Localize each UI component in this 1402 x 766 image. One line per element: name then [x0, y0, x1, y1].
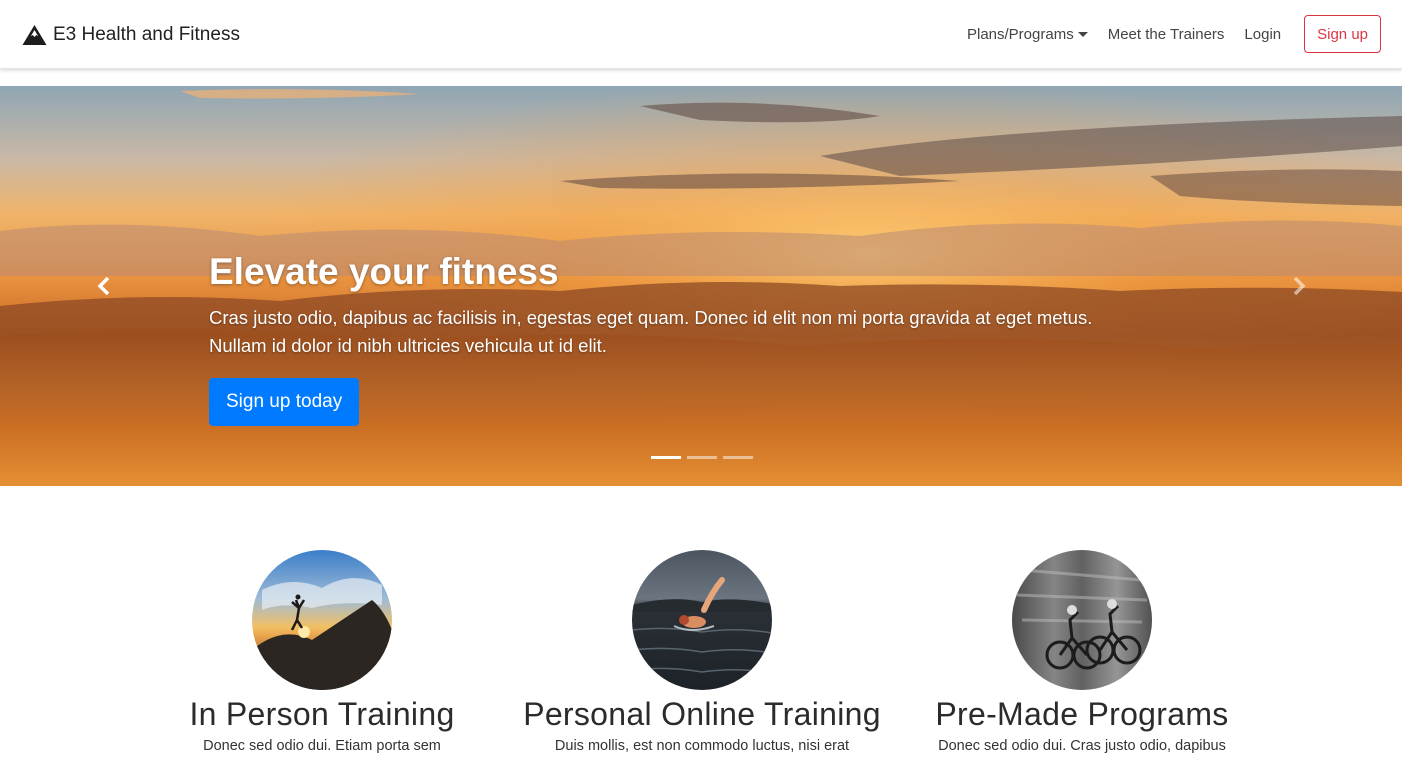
hero-title: Elevate your fitness	[209, 251, 559, 292]
hero-signup-today-button[interactable]: Sign up today	[209, 378, 360, 426]
chevron-left-icon	[97, 276, 110, 296]
hero-text-line1: Cras justo odio, dapibus ac facilisis in…	[209, 307, 1093, 328]
nav-meet-trainers[interactable]: Meet the Trainers	[1108, 26, 1225, 43]
hero-text-line2: Nullam id dolor id nibh ultricies vehicu…	[209, 335, 607, 356]
feature-image-programs	[1012, 550, 1152, 690]
carousel-prev-control[interactable]	[90, 272, 118, 300]
nav-login[interactable]: Login	[1244, 26, 1281, 43]
navbar: E3 Health and Fitness Plans/Programs Mee…	[0, 0, 1402, 69]
feature-title-2: Personal Online Training	[523, 696, 881, 732]
brand-link[interactable]: E3 Health and Fitness	[22, 22, 240, 48]
carousel-next-control[interactable]	[1285, 272, 1313, 300]
feature-text-1: Donec sed odio dui. Etiam porta sem	[203, 738, 441, 754]
carousel-indicator-2[interactable]	[687, 456, 717, 459]
hero-text: Cras justo odio, dapibus ac facilisis in…	[209, 304, 1189, 360]
carousel-indicators	[651, 456, 753, 459]
feature-image-online	[632, 550, 772, 690]
carousel-indicator-1[interactable]	[651, 456, 681, 459]
feature-title-1: In Person Training	[189, 696, 455, 732]
nav-links: Plans/Programs Meet the Trainers Login S…	[967, 15, 1381, 53]
nav-signup-button[interactable]: Sign up	[1304, 15, 1381, 53]
feature-text-2: Duis mollis, est non commodo luctus, nis…	[554, 738, 850, 754]
feature-pre-made-programs: Pre-Made Programs Donec sed odio dui. Cr…	[892, 550, 1272, 756]
feature-in-person-training: In Person Training Donec sed odio dui. E…	[132, 550, 512, 756]
brand-name: E3 Health and Fitness	[53, 24, 240, 45]
feature-personal-online-training: Personal Online Training Duis mollis, es…	[512, 550, 892, 756]
nav-plans-dropdown[interactable]: Plans/Programs	[967, 26, 1088, 43]
mountain-icon	[22, 25, 47, 45]
nav-plans-label: Plans/Programs	[966, 25, 1074, 43]
chevron-right-icon	[1293, 276, 1306, 296]
feature-image-in-person	[252, 550, 392, 690]
carousel-indicator-3[interactable]	[723, 456, 753, 459]
caret-down-icon	[1077, 32, 1088, 37]
feature-title-3: Pre-Made Programs	[935, 696, 1229, 732]
hero-carousel: Elevate your fitness Cras justo odio, da…	[0, 86, 1402, 486]
feature-text-3: Donec sed odio dui. Cras justo odio, dap…	[938, 738, 1226, 754]
hero-caption: Elevate your fitness Cras justo odio, da…	[209, 251, 1189, 360]
